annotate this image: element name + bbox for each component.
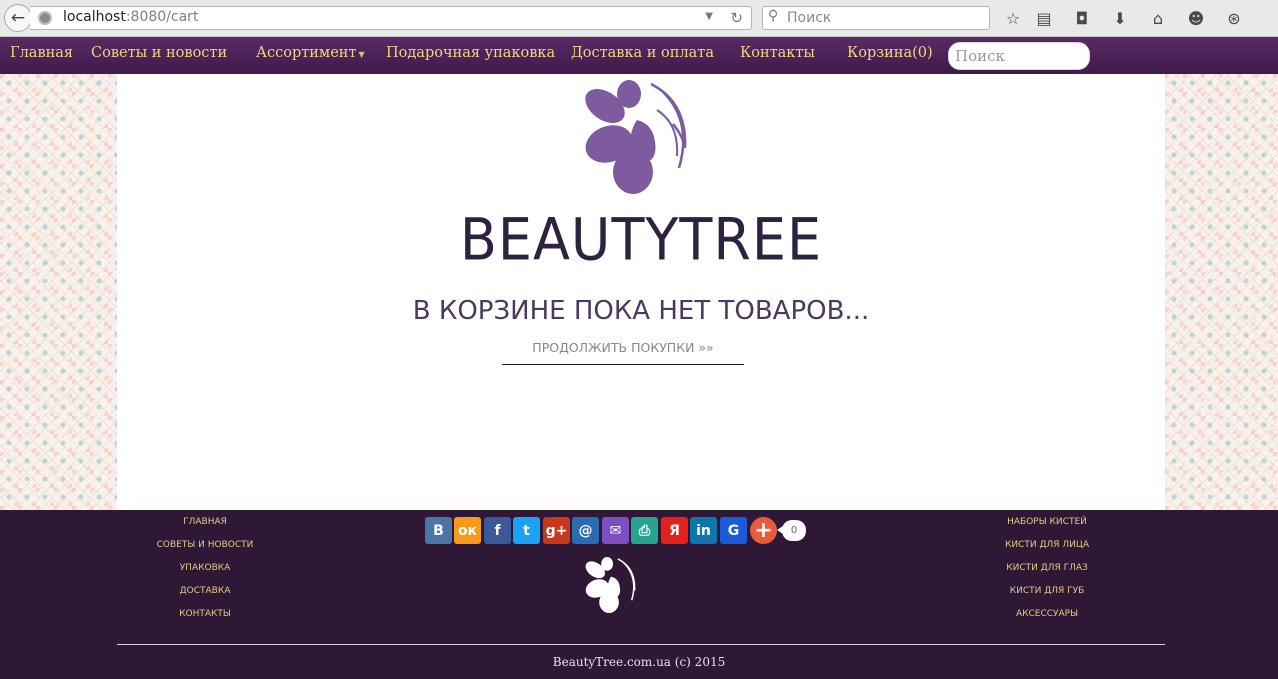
url-history-dropdown-icon[interactable]: ▼ [705, 11, 713, 22]
nav-item-home[interactable]: Главная [10, 45, 73, 61]
footer-link-brush-sets[interactable]: НАБОРЫ КИСТЕЙ [985, 517, 1109, 527]
cart-page-content: BEAUTYTREE В КОРЗИНЕ ПОКА НЕТ ТОВАРОВ...… [117, 74, 1165, 510]
mail-ru-icon[interactable]: @ [572, 517, 599, 544]
nav-item-gift-wrapping[interactable]: Подарочная упаковка [386, 45, 555, 61]
footer-link-eye-brushes[interactable]: КИСТИ ДЛЯ ГЛАЗ [985, 563, 1109, 573]
site-navigation: Главная Советы и новости Ассортимент ▼ По… [0, 37, 1278, 74]
caret-down-icon: ▼ [358, 50, 365, 59]
share-counter: 0 [777, 520, 806, 541]
linkedin-icon[interactable]: in [690, 517, 717, 544]
brand-name: BEAUTYTREE [459, 205, 823, 274]
footer-link-lip-brushes[interactable]: КИСТИ ДЛЯ ГУБ [985, 586, 1109, 596]
sync-icon[interactable]: ⊛ [1224, 8, 1244, 28]
bookmark-star-icon[interactable]: ☆ [1003, 8, 1023, 28]
print-icon[interactable]: ⎙ [631, 517, 658, 544]
email-icon[interactable]: ✉ [602, 517, 629, 544]
nav-item-tips-news[interactable]: Советы и новости [91, 45, 227, 61]
footer-link-tips-news[interactable]: СОВЕТЫ И НОВОСТИ [150, 540, 260, 550]
nav-item-assortment-label: Ассортимент [256, 45, 357, 61]
address-bar[interactable]: localhost:8080/cart ▼ ↻ [30, 6, 752, 30]
decorative-pattern-left [0, 74, 117, 510]
nav-item-delivery-payment[interactable]: Доставка и оплата [571, 45, 714, 61]
site-footer: ГЛАВНАЯ СОВЕТЫ И НОВОСТИ УПАКОВКА ДОСТАВ… [0, 510, 1278, 679]
decorative-pattern-right [1165, 74, 1278, 510]
nav-item-assortment[interactable]: Ассортимент ▼ [256, 45, 365, 61]
site-search-placeholder: Поиск [955, 47, 1005, 65]
footer-link-packaging[interactable]: УПАКОВКА [150, 563, 260, 573]
reading-list-icon[interactable]: ▤ [1034, 8, 1054, 28]
google-icon[interactable]: G [720, 517, 747, 544]
continue-shopping-link[interactable]: ПРОДОЛЖИТЬ ПОКУПКИ »» [502, 340, 744, 365]
vkontakte-icon[interactable]: В [425, 517, 452, 544]
reload-icon[interactable]: ↻ [730, 9, 743, 27]
twitter-icon[interactable]: t [513, 517, 540, 544]
facebook-icon[interactable]: f [484, 517, 511, 544]
footer-link-delivery[interactable]: ДОСТАВКА [150, 586, 260, 596]
footer-link-face-brushes[interactable]: КИСТИ ДЛЯ ЛИЦА [985, 540, 1109, 550]
nav-item-cart[interactable]: Корзина(0) [847, 45, 933, 61]
browser-search-input[interactable]: ⚲ Поиск [762, 6, 990, 30]
copyright-text: BeautyTree.com.ua (c) 2015 [552, 655, 726, 669]
footer-link-accessories[interactable]: АКСЕССУАРЫ [985, 609, 1109, 619]
back-icon[interactable]: ← [4, 4, 32, 32]
chat-icon[interactable]: ☻ [1186, 8, 1206, 28]
yandex-icon[interactable]: Я [661, 517, 688, 544]
footer-link-contacts[interactable]: КОНТАКТЫ [150, 609, 260, 619]
google-plus-icon[interactable]: g+ [543, 517, 570, 544]
footer-logo-icon [585, 557, 636, 614]
home-icon[interactable]: ⌂ [1148, 8, 1168, 28]
downloads-icon[interactable]: ⬇ [1110, 8, 1130, 28]
footer-divider [117, 644, 1165, 645]
brand-logo-icon[interactable] [581, 80, 701, 198]
share-more-plus-icon[interactable]: + [750, 517, 777, 544]
odnoklassniki-icon[interactable]: ок [454, 517, 481, 544]
site-info-icon[interactable] [38, 11, 52, 25]
footer-link-home[interactable]: ГЛАВНАЯ [150, 517, 260, 527]
browser-search-placeholder: Поиск [787, 10, 832, 26]
browser-toolbar: ← localhost:8080/cart ▼ ↻ ⚲ Поиск ☆ ▤ ◘ … [0, 0, 1278, 37]
pocket-icon[interactable]: ◘ [1072, 8, 1092, 28]
nav-item-contacts[interactable]: Контакты [740, 45, 815, 61]
url-text: localhost:8080/cart [63, 9, 199, 25]
empty-cart-message: В КОРЗИНЕ ПОКА НЕТ ТОВАРОВ... [412, 296, 870, 326]
search-icon: ⚲ [768, 8, 779, 24]
site-search-input[interactable]: Поиск [948, 42, 1090, 70]
